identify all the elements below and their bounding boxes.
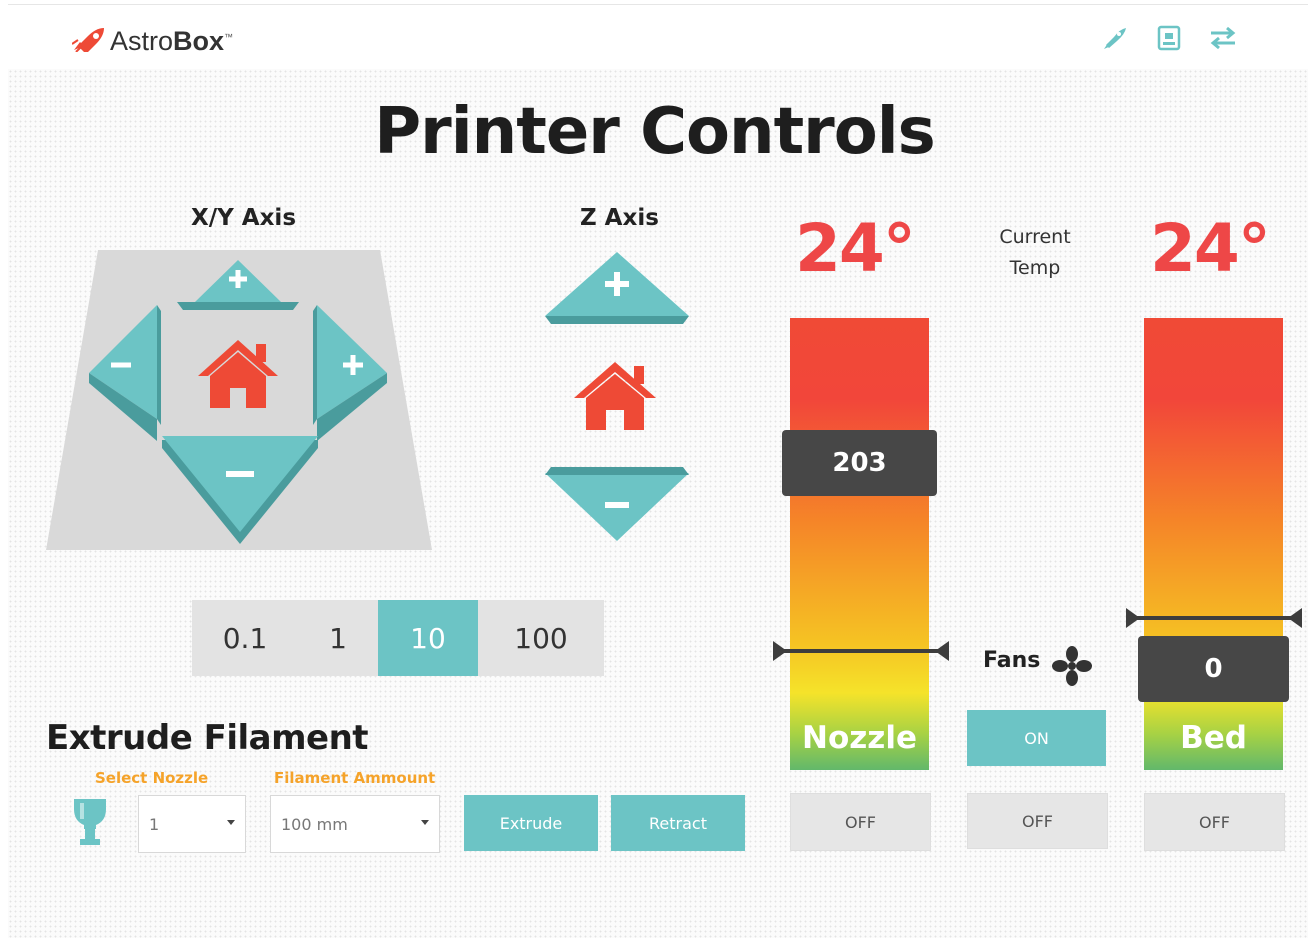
slider-arrow-left-icon (773, 641, 787, 661)
nozzle-select-value: 1 (149, 814, 160, 834)
z-axis-label: Z Axis (580, 205, 659, 231)
current-temp-line2: Temp (1009, 257, 1061, 279)
xy-axis-label: X/Y Axis (191, 205, 297, 231)
slider-arrow-right-icon (1288, 608, 1302, 628)
fans-on-button[interactable]: ON (967, 710, 1106, 766)
nozzle-select[interactable]: 1 (138, 795, 246, 853)
current-temp-line1: Current (999, 226, 1071, 248)
x-y-right-button[interactable] (313, 303, 389, 443)
bed-temp-slider-handle[interactable] (1126, 608, 1302, 628)
transfer-icon[interactable] (1208, 23, 1238, 53)
top-icons (1100, 23, 1238, 53)
z-up-button[interactable] (543, 250, 691, 326)
retract-button[interactable]: Retract (611, 795, 745, 851)
bed-target-temp[interactable]: 0 (1138, 636, 1289, 702)
brand-name: AstroBox™ (110, 26, 233, 57)
nozzle-target-temp[interactable]: 203 (782, 430, 937, 496)
extrude-filament-title: Extrude Filament (46, 718, 369, 758)
chevron-down-icon (227, 820, 235, 825)
bed-label: Bed (1180, 720, 1247, 756)
page-title: Printer Controls (374, 95, 935, 169)
slider-arrow-right-icon (935, 641, 949, 661)
nozzle-temp-slider-handle[interactable] (773, 641, 949, 661)
fan-icon (1052, 646, 1092, 690)
printer-icon[interactable] (1154, 23, 1184, 53)
extrude-button[interactable]: Extrude (464, 795, 598, 851)
fans-off-button[interactable]: OFF (967, 793, 1108, 849)
nozzle-icon (72, 795, 108, 853)
slider-arrow-left-icon (1126, 608, 1140, 628)
x-y-left-button[interactable] (87, 303, 161, 443)
filament-amount-label: Filament Ammount (274, 769, 436, 787)
x-y-down-button[interactable] (160, 434, 320, 546)
bed-temp-bar[interactable]: Bed (1144, 318, 1283, 770)
x-y-up-button[interactable] (175, 258, 301, 312)
fans-label: Fans (983, 648, 1040, 673)
bed-off-button[interactable]: OFF (1144, 793, 1285, 851)
fans-label-text: Fans (983, 648, 1041, 673)
nozzle-temp-bar[interactable]: Nozzle (790, 318, 929, 770)
filament-amount-value: 100 mm (281, 814, 348, 834)
nozzle-current-temp: 24° (795, 210, 916, 287)
bed-current-temp: 24° (1150, 210, 1271, 287)
nozzle-off-button[interactable]: OFF (790, 793, 931, 851)
step-0-1-button[interactable]: 0.1 (192, 600, 298, 676)
chevron-down-icon (421, 820, 429, 825)
rocket-logo-icon (71, 26, 106, 56)
z-home-button[interactable] (572, 360, 658, 432)
step-1-button[interactable]: 1 (298, 600, 378, 676)
x-y-home-button[interactable] (196, 338, 280, 410)
current-temp-label: Current Temp (975, 222, 1095, 284)
trademark: ™ (224, 31, 234, 42)
rocket-icon[interactable] (1100, 23, 1130, 53)
step-size-selector: 0.1 1 10 100 (192, 600, 604, 676)
z-down-button[interactable] (543, 465, 691, 543)
filament-amount-select[interactable]: 100 mm (270, 795, 440, 853)
step-10-button[interactable]: 10 (378, 600, 478, 676)
nozzle-label: Nozzle (802, 720, 917, 756)
astrobox-logo[interactable]: AstroBox™ (71, 25, 233, 57)
select-nozzle-label: Select Nozzle (95, 769, 209, 787)
step-100-button[interactable]: 100 (478, 600, 604, 676)
brand-bold: Box (173, 25, 225, 56)
brand-light: Astro (110, 25, 174, 56)
top-bar: AstroBox™ (8, 4, 1308, 70)
